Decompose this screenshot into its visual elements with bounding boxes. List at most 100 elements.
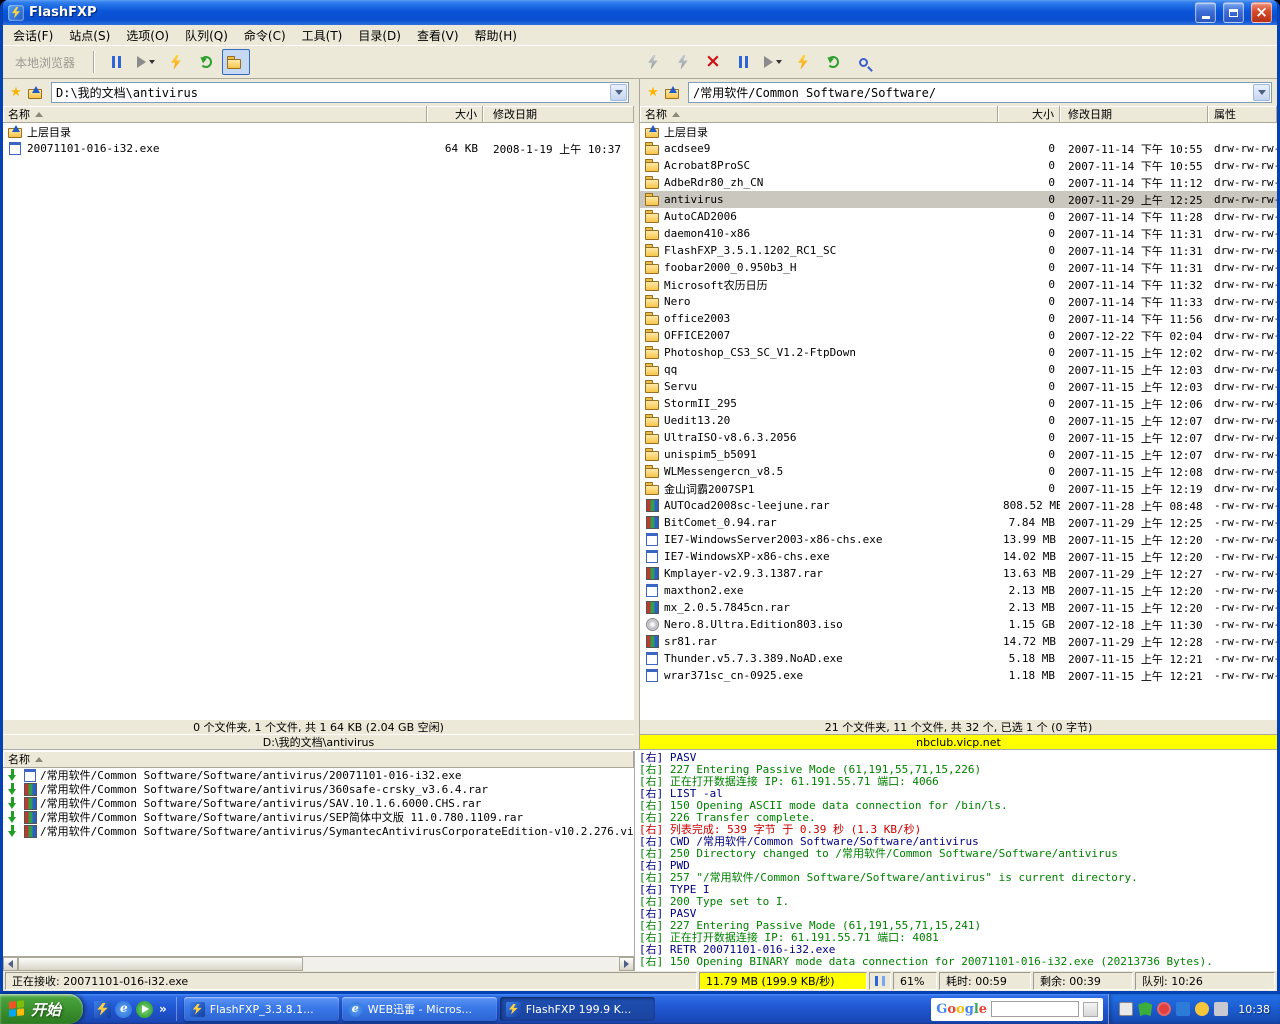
scrollbar-track[interactable] <box>18 957 619 971</box>
refresh-button[interactable] <box>819 49 847 75</box>
queue-item[interactable]: /常用软件/Common Software/Software/antivirus… <box>3 810 634 824</box>
pause-transfer-button[interactable] <box>102 49 130 75</box>
title-bar[interactable]: FlashFXP <box>3 0 1277 25</box>
column-header-attr[interactable]: 属性 <box>1208 106 1277 122</box>
file-row[interactable]: BitComet_0.94.rar7.84 MB2007-11-29 上午 12… <box>640 514 1277 531</box>
menu-item[interactable]: 会话(F) <box>5 25 61 46</box>
local-file-list[interactable]: 上层目录20071101-016-i32.exe64 KB2008-1-19 上… <box>3 123 634 719</box>
connect-button[interactable] <box>639 49 667 75</box>
start-transfer-button[interactable] <box>132 49 160 75</box>
file-row[interactable]: Acrobat8ProSC02007-11-14 下午 10:55drw-rw-… <box>640 157 1277 174</box>
file-row[interactable]: office200302007-11-14 下午 11:56drw-rw-rw- <box>640 310 1277 327</box>
remote-path-text[interactable]: /常用软件/Common Software/Software/ <box>689 84 1252 101</box>
quicklaunch-flashfxp-icon[interactable] <box>94 1001 111 1018</box>
file-row[interactable]: Nero.8.Ultra.Edition803.iso1.15 GB2007-1… <box>640 616 1277 633</box>
file-row[interactable]: 20071101-016-i32.exe64 KB2008-1-19 上午 10… <box>3 140 634 157</box>
taskbar-clock[interactable]: 10:38 <box>1238 1003 1270 1016</box>
quick-connect-button[interactable] <box>669 49 697 75</box>
transfer-selected-button[interactable] <box>162 49 190 75</box>
menu-item[interactable]: 目录(D) <box>350 25 409 46</box>
messenger-tray-icon[interactable] <box>1195 1002 1209 1016</box>
bookmarks-star-icon[interactable] <box>645 85 661 100</box>
file-row[interactable]: FlashFXP_3.5.1.1202_RC1_SC02007-11-14 下午… <box>640 242 1277 259</box>
maximize-button[interactable] <box>1223 2 1244 23</box>
parent-dir-row[interactable]: 上层目录 <box>3 123 634 140</box>
file-row[interactable]: IE7-WindowsXP-x86-chs.exe14.02 MB2007-11… <box>640 548 1277 565</box>
file-row[interactable]: daemon410-x8602007-11-14 下午 11:31drw-rw-… <box>640 225 1277 242</box>
file-row[interactable]: qq02007-11-15 上午 12:03drw-rw-rw- <box>640 361 1277 378</box>
column-header-date[interactable]: 修改日期 <box>483 106 634 122</box>
file-row[interactable]: AutoCAD200602007-11-14 下午 11:28drw-rw-rw… <box>640 208 1277 225</box>
file-row[interactable]: UltraISO-v8.6.3.205602007-11-15 上午 12:07… <box>640 429 1277 446</box>
queue-horizontal-scrollbar[interactable] <box>3 956 634 971</box>
file-row[interactable]: antivirus02007-11-29 上午 12:25drw-rw-rw- <box>640 191 1277 208</box>
file-row[interactable]: unispim5_b509102007-11-15 上午 12:07drw-rw… <box>640 446 1277 463</box>
close-button[interactable] <box>1251 2 1272 23</box>
file-row[interactable]: WLMessengercn_v8.502007-11-15 上午 12:08dr… <box>640 463 1277 480</box>
queue-item[interactable]: /常用软件/Common Software/Software/antivirus… <box>3 768 634 782</box>
network-tray-icon[interactable] <box>1176 1002 1190 1016</box>
find-button[interactable] <box>849 49 877 75</box>
queue-item[interactable]: /常用软件/Common Software/Software/antivirus… <box>3 782 634 796</box>
remote-path-dropdown-button[interactable] <box>1253 84 1270 101</box>
menu-item[interactable]: 工具(T) <box>294 25 351 46</box>
security-tray-icon[interactable] <box>1138 1002 1152 1016</box>
file-row[interactable]: Nero02007-11-14 下午 11:33drw-rw-rw- <box>640 293 1277 310</box>
menu-item[interactable]: 站点(S) <box>61 25 118 46</box>
local-path-combobox[interactable]: D:\我的文档\antivirus <box>51 82 629 103</box>
column-header-date[interactable]: 修改日期 <box>1060 106 1208 122</box>
pause-transfer-button[interactable] <box>729 49 757 75</box>
abort-button[interactable] <box>699 49 727 75</box>
file-row[interactable]: mx_2.0.5.7845cn.rar2.13 MB2007-11-15 上午 … <box>640 599 1277 616</box>
menu-item[interactable]: 帮助(H) <box>467 25 525 46</box>
column-header-size[interactable]: 大小 <box>998 106 1060 122</box>
menu-item[interactable]: 查看(V) <box>409 25 467 46</box>
file-row[interactable]: foobar2000_0.950b3_H02007-11-14 下午 11:31… <box>640 259 1277 276</box>
quicklaunch-overflow-chevron-icon[interactable]: » <box>157 1002 169 1016</box>
menu-item[interactable]: 命令(C) <box>236 25 294 46</box>
google-search-input[interactable] <box>991 1001 1079 1017</box>
browser-mode-button[interactable] <box>222 49 250 75</box>
minimize-button[interactable] <box>1195 2 1216 23</box>
local-path-dropdown-button[interactable] <box>610 84 627 101</box>
column-header-size[interactable]: 大小 <box>427 106 483 122</box>
bookmarks-star-icon[interactable] <box>8 85 24 100</box>
file-row[interactable]: OFFICE200702007-12-22 下午 02:04drw-rw-rw- <box>640 327 1277 344</box>
file-row[interactable]: AdbeRdr80_zh_CN02007-11-14 下午 11:12drw-r… <box>640 174 1277 191</box>
scroll-left-button[interactable] <box>3 957 18 971</box>
local-path-text[interactable]: D:\我的文档\antivirus <box>52 84 609 101</box>
column-header-name[interactable]: 名称 <box>640 106 998 122</box>
file-row[interactable]: Photoshop_CS3_SC_V1.2-FtpDown02007-11-15… <box>640 344 1277 361</box>
download-manager-tray-icon[interactable] <box>1157 1002 1171 1016</box>
remote-file-list[interactable]: 上层目录acdsee902007-11-14 下午 10:55drw-rw-rw… <box>640 123 1277 719</box>
queue-item[interactable]: /常用软件/Common Software/Software/antivirus… <box>3 824 634 838</box>
file-row[interactable]: maxthon2.exe2.13 MB2007-11-15 上午 12:20-r… <box>640 582 1277 599</box>
quicklaunch-media-player-icon[interactable] <box>136 1001 153 1018</box>
start-button[interactable]: 开始 <box>0 994 83 1024</box>
scrollbar-thumb[interactable] <box>18 957 303 971</box>
transfer-selected-button[interactable] <box>789 49 817 75</box>
queue-item[interactable]: /常用软件/Common Software/Software/antivirus… <box>3 796 634 810</box>
column-header-name[interactable]: 名称 <box>3 106 427 122</box>
menu-item[interactable]: 选项(O) <box>118 25 177 46</box>
parent-folder-icon[interactable] <box>28 86 43 99</box>
transfer-graph-cell[interactable] <box>869 972 891 990</box>
file-row[interactable]: sr81.rar14.72 MB2007-11-29 上午 12:28-rw-r… <box>640 633 1277 650</box>
remote-path-combobox[interactable]: /常用软件/Common Software/Software/ <box>688 82 1272 103</box>
file-row[interactable]: 金山词霸2007SP102007-11-15 上午 12:19drw-rw-rw… <box>640 480 1277 497</box>
file-row[interactable]: Servu02007-11-15 上午 12:03drw-rw-rw- <box>640 378 1277 395</box>
start-transfer-button[interactable] <box>759 49 787 75</box>
transfer-queue-list[interactable]: /常用软件/Common Software/Software/antivirus… <box>3 768 634 956</box>
menu-item[interactable]: 队列(Q) <box>177 25 236 46</box>
file-row[interactable]: Thunder.v5.7.3.389.NoAD.exe5.18 MB2007-1… <box>640 650 1277 667</box>
file-row[interactable]: Uedit13.2002007-11-15 上午 12:07drw-rw-rw- <box>640 412 1277 429</box>
log-panel[interactable]: [右] PASV[右] 227 Entering Passive Mode (6… <box>634 751 1277 971</box>
taskbar-task-button[interactable]: WEB迅雷 - Micros... <box>342 997 497 1021</box>
file-row[interactable]: Microsoft农历日历02007-11-14 下午 11:32drw-rw-… <box>640 276 1277 293</box>
google-search-button[interactable] <box>1083 1002 1098 1017</box>
taskbar-task-button[interactable]: FlashFXP 199.9 K... <box>500 997 655 1021</box>
file-row[interactable]: Kmplayer-v2.9.3.1387.rar13.63 MB2007-11-… <box>640 565 1277 582</box>
refresh-button[interactable] <box>192 49 220 75</box>
queue-column-header[interactable]: 名称 <box>3 751 634 767</box>
file-row[interactable]: AUTOcad2008sc-leejune.rar808.52 MB2007-1… <box>640 497 1277 514</box>
